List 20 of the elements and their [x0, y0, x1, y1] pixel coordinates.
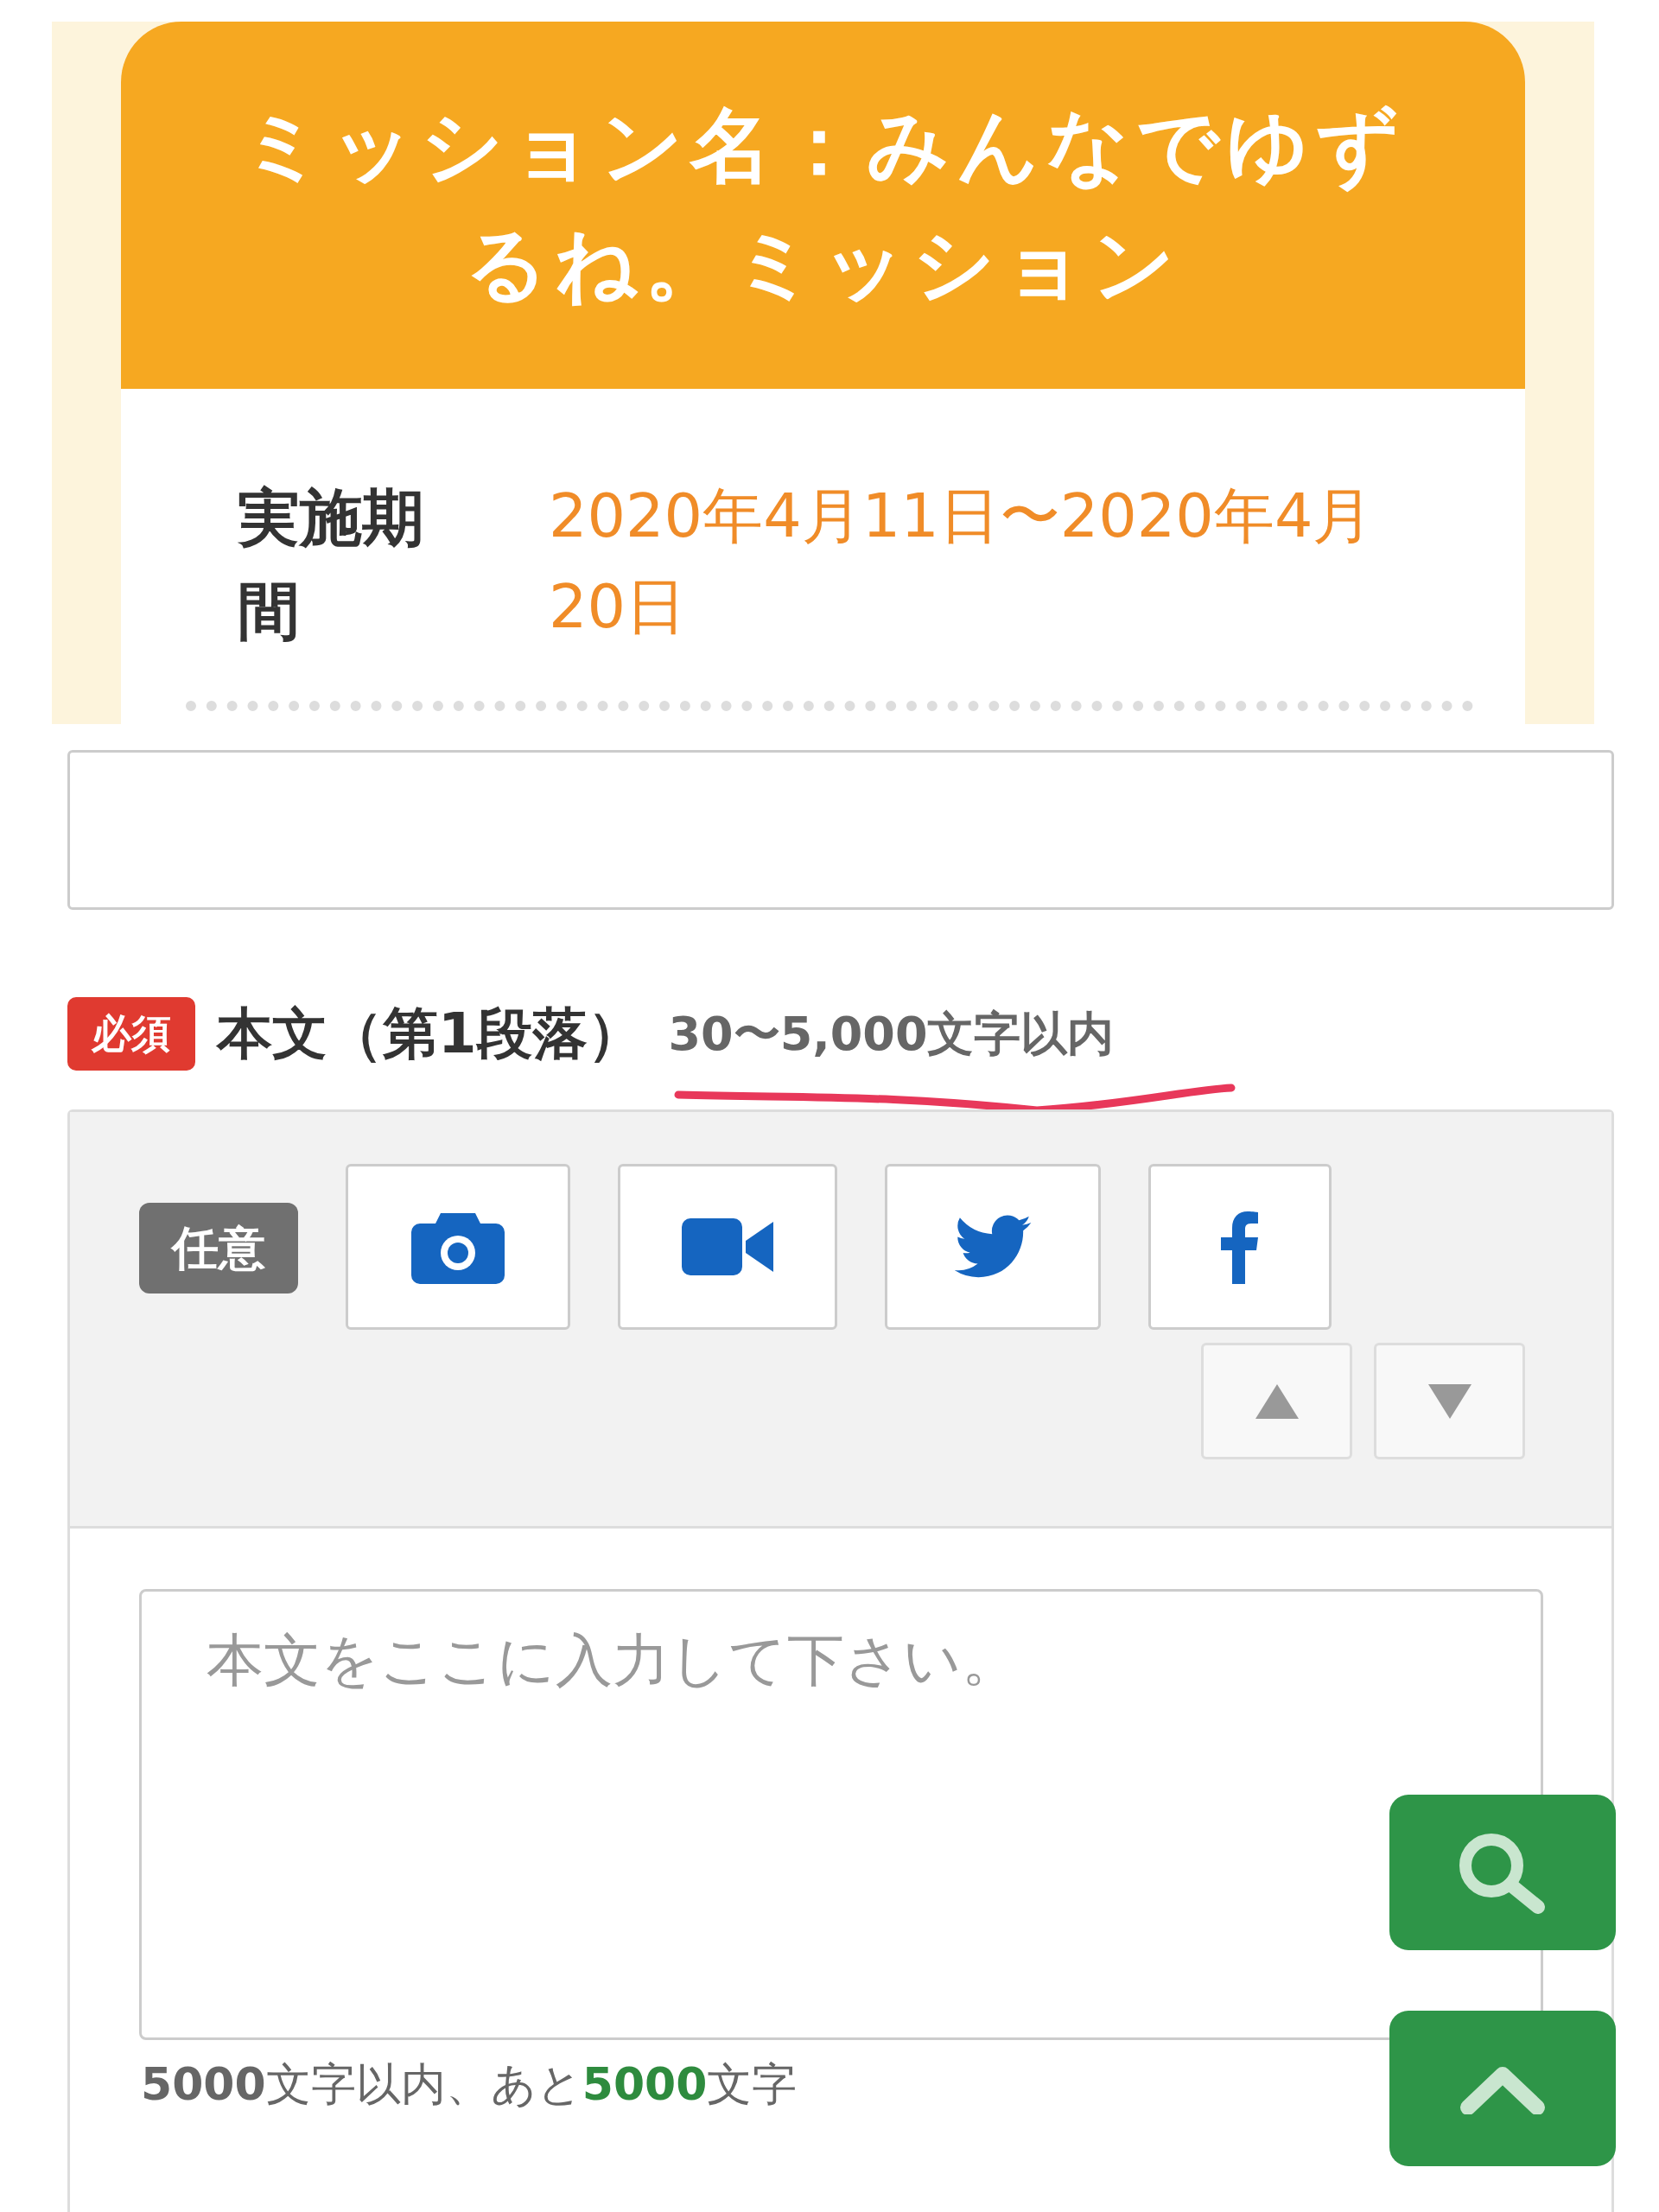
f-logo-icon [1221, 1210, 1259, 1284]
optional-badge: 任意 [139, 1203, 298, 1294]
bird-icon [954, 1215, 1032, 1279]
search-button[interactable] [1389, 1795, 1616, 1950]
move-up-button[interactable] [1201, 1343, 1352, 1459]
video-button[interactable] [618, 1164, 837, 1330]
period-label: 実施期間 [238, 480, 425, 649]
back-to-top-button[interactable] [1389, 2011, 1616, 2166]
twitter-button[interactable] [885, 1164, 1101, 1330]
facebook-button[interactable] [1148, 1164, 1332, 1330]
required-badge: 必須 [67, 996, 195, 1071]
photo-button[interactable] [346, 1164, 570, 1330]
text-area[interactable]: 本文をここに入力して下さい。 [139, 1589, 1543, 2040]
mission-title: ミッション名：みんなでゆずるね。ミッション [239, 98, 1407, 313]
character-limit: 30〜5,000文字以内 [668, 1005, 1115, 1063]
video-camera-icon [682, 1218, 773, 1275]
input-field[interactable] [67, 750, 1614, 910]
period-value: 2020年4月11日〜2020年4月20日 [549, 480, 1375, 644]
move-down-button[interactable] [1374, 1343, 1525, 1459]
field-label: 本文（第1段落） [217, 1001, 643, 1067]
